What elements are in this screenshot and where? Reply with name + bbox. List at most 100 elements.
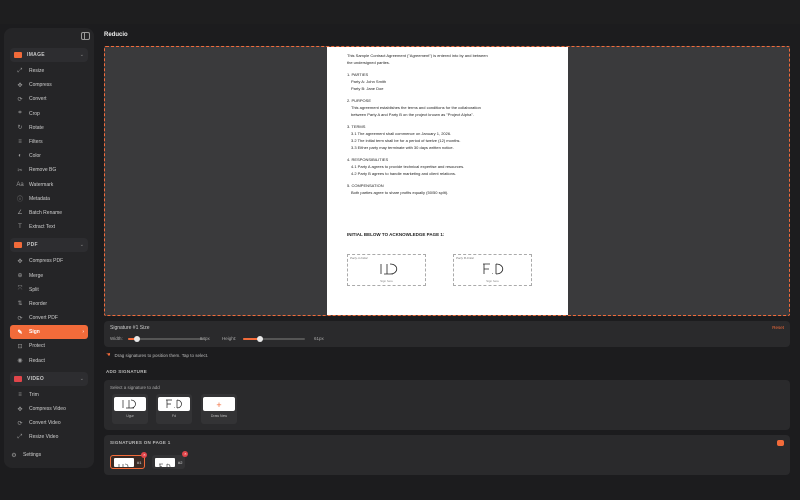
- page-title: Reducio: [104, 32, 128, 38]
- signature-thumbnail: [114, 397, 146, 411]
- sidebar-item-label: Merge: [29, 272, 44, 279]
- document-line: 3.1 The agreement shall commence on Janu…: [351, 131, 452, 136]
- convert-video-icon: ⟳: [17, 420, 23, 427]
- sidebar-item-crop[interactable]: ⌗ Crop: [10, 107, 88, 121]
- sidebar-item-batch-rename[interactable]: ∠ Batch Rename: [10, 206, 88, 220]
- remove-signature-icon[interactable]: ×: [182, 451, 189, 457]
- sidebar-item-reorder[interactable]: ⇅ Reorder: [10, 297, 88, 311]
- sidebar-item-compress-pdf[interactable]: ✥ Compress PDF: [10, 254, 88, 268]
- sidebar-item-label: Extract Text: [29, 224, 56, 231]
- draw-new-signature-button[interactable]: + Draw New: [201, 394, 237, 424]
- sidebar-toggle-icon[interactable]: [81, 32, 90, 40]
- width-slider-handle[interactable]: [134, 336, 141, 342]
- sidebar-item-label: Protect: [29, 343, 45, 350]
- draw-new-thumbnail: +: [203, 397, 235, 411]
- title-bar: [0, 0, 800, 24]
- document-line: between Party A and Party B on the proje…: [351, 112, 474, 117]
- extract-text-icon: T: [18, 224, 22, 231]
- sidebar-sections: IMAGE ⌄ ⤢ Resize ✥ Compress ⟳ Convert ⌗ Crop ↻ Rota…: [4, 48, 94, 445]
- placed-signature-chip[interactable]: #1 ×: [110, 452, 148, 469]
- document-line: This Sample Contract Agreement ("Agreeme…: [347, 53, 488, 58]
- video-section-icon: [14, 375, 22, 382]
- sidebar-item-remove-bg[interactable]: ✂ Remove BG: [10, 163, 88, 177]
- sidebar-item-label: Sign: [29, 329, 40, 336]
- chip-number: #2: [178, 459, 183, 465]
- sidebar: IMAGE ⌄ ⤢ Resize ✥ Compress ⟳ Convert ⌗ Crop ↻ Rota…: [4, 28, 94, 468]
- chip-number: #1: [137, 459, 142, 465]
- initial-box[interactable]: Party B Initial Sign here: [453, 254, 532, 286]
- batch-rename-icon: ∠: [17, 210, 23, 217]
- sidebar-item-filters[interactable]: ≡ Filters: [10, 135, 88, 149]
- saved-signature-card[interactable]: Ugur: [112, 394, 148, 424]
- sidebar-item-redact[interactable]: ◉ Redact: [10, 354, 88, 368]
- sidebar-item-compress-video[interactable]: ✥ Compress Video: [10, 402, 88, 416]
- reset-button[interactable]: Reset: [772, 325, 784, 330]
- placed-signature-image[interactable]: [372, 261, 402, 277]
- document-line: 4.1 Party A agrees to provide technical …: [351, 164, 465, 169]
- sidebar-item-sign[interactable]: ✎ Sign ›: [10, 325, 88, 340]
- sidebar-item-protect[interactable]: ⊡ Protect: [10, 339, 88, 353]
- sidebar-item-rotate[interactable]: ↻ Rotate: [10, 121, 88, 135]
- sidebar-item-watermark[interactable]: Aa Watermark: [10, 178, 88, 192]
- settings-label: Settings: [23, 452, 42, 458]
- initial-box-label: Party A Initial: [350, 256, 368, 260]
- resize-video-icon: ⤢: [17, 433, 23, 440]
- sidebar-item-label: Reorder: [29, 300, 48, 307]
- sidebar-item-label: Convert PDF: [29, 315, 58, 322]
- collapse-icon[interactable]: [777, 440, 784, 446]
- sidebar-item-label: Filters: [29, 139, 43, 146]
- placed-signature-chip[interactable]: #2 ×: [152, 451, 189, 469]
- sidebar-item-label: Split: [29, 286, 39, 293]
- add-signature-subtitle: Select a signature to add: [110, 385, 160, 390]
- sidebar-item-extract-text[interactable]: T Extract Text: [10, 220, 88, 234]
- color-icon: ◐: [18, 153, 22, 160]
- sign-here-hint: Sign here: [486, 279, 499, 283]
- section-header-pdf[interactable]: PDF ⌄: [10, 238, 88, 253]
- sidebar-item-convert[interactable]: ⟳ Convert: [10, 92, 88, 106]
- chevron-down-icon: ⌄: [79, 52, 84, 58]
- sidebar-item-merge[interactable]: ⊕ Merge: [10, 268, 88, 282]
- metadata-icon: ⓘ: [16, 197, 23, 204]
- height-slider-handle[interactable]: [257, 336, 264, 342]
- sidebar-item-resize-video[interactable]: ⤢ Resize Video: [10, 430, 88, 444]
- filters-icon: ≡: [18, 139, 22, 146]
- document-line: 1. PARTIES: [347, 72, 369, 77]
- pdf-canvas[interactable]: This Sample Contract Agreement ("Agreeme…: [104, 46, 790, 316]
- sidebar-item-convert-video[interactable]: ⟳ Convert Video: [10, 416, 88, 430]
- remove-bg-icon: ✂: [17, 167, 23, 174]
- document-line: 2. PURPOSE: [347, 98, 372, 103]
- section-header-image[interactable]: IMAGE ⌄: [10, 48, 88, 62]
- sidebar-item-compress[interactable]: ✥ Compress: [10, 78, 88, 92]
- placed-signature-image[interactable]: [478, 261, 508, 277]
- sidebar-item-label: Resize Video: [29, 434, 59, 441]
- sidebar-item-color[interactable]: ◐ Color: [10, 149, 88, 163]
- sidebar-item-split[interactable]: ⤧ Split: [10, 283, 88, 297]
- plus-icon: +: [216, 400, 222, 410]
- initial-box[interactable]: Party A Initial Sign here: [347, 254, 426, 286]
- sidebar-item-label: Rotate: [29, 124, 44, 131]
- document-line: 3.3 Either party may terminate with 30 d…: [351, 145, 454, 150]
- signature-caption: Fd: [171, 414, 177, 418]
- document-line: Both parties agree to share profits equa…: [351, 190, 449, 195]
- image-section-icon: [14, 52, 22, 58]
- sidebar-item-metadata[interactable]: ⓘ Metadata: [10, 192, 88, 206]
- section-header-video[interactable]: VIDEO ⌄: [10, 371, 88, 386]
- remove-signature-icon[interactable]: ×: [141, 452, 148, 458]
- width-slider[interactable]: [128, 336, 204, 342]
- chevron-down-icon: ⌄: [79, 242, 84, 249]
- section-label: PDF: [27, 242, 38, 249]
- pdf-section-icon: [14, 242, 22, 249]
- sidebar-item-trim[interactable]: ≡ Trim: [10, 388, 88, 402]
- sidebar-item-label: Watermark: [29, 181, 54, 188]
- sidebar-item-convert-pdf[interactable]: ⟳ Convert PDF: [10, 311, 88, 325]
- rotate-icon: ↻: [17, 125, 23, 132]
- height-slider[interactable]: [243, 336, 305, 342]
- section-label: IMAGE: [27, 52, 45, 58]
- sign-here-hint: Sign here: [380, 279, 393, 283]
- sidebar-item-label: Compress PDF: [29, 258, 64, 265]
- saved-signature-card[interactable]: Fd: [156, 394, 192, 424]
- sidebar-item-resize[interactable]: ⤢ Resize: [10, 64, 88, 78]
- settings-button[interactable]: ⚙ Settings: [10, 448, 41, 462]
- app-window: IMAGE ⌄ ⤢ Resize ✥ Compress ⟳ Convert ⌗ Crop ↻ Rota…: [0, 0, 800, 500]
- document-line: Party A: John Smith: [351, 79, 387, 84]
